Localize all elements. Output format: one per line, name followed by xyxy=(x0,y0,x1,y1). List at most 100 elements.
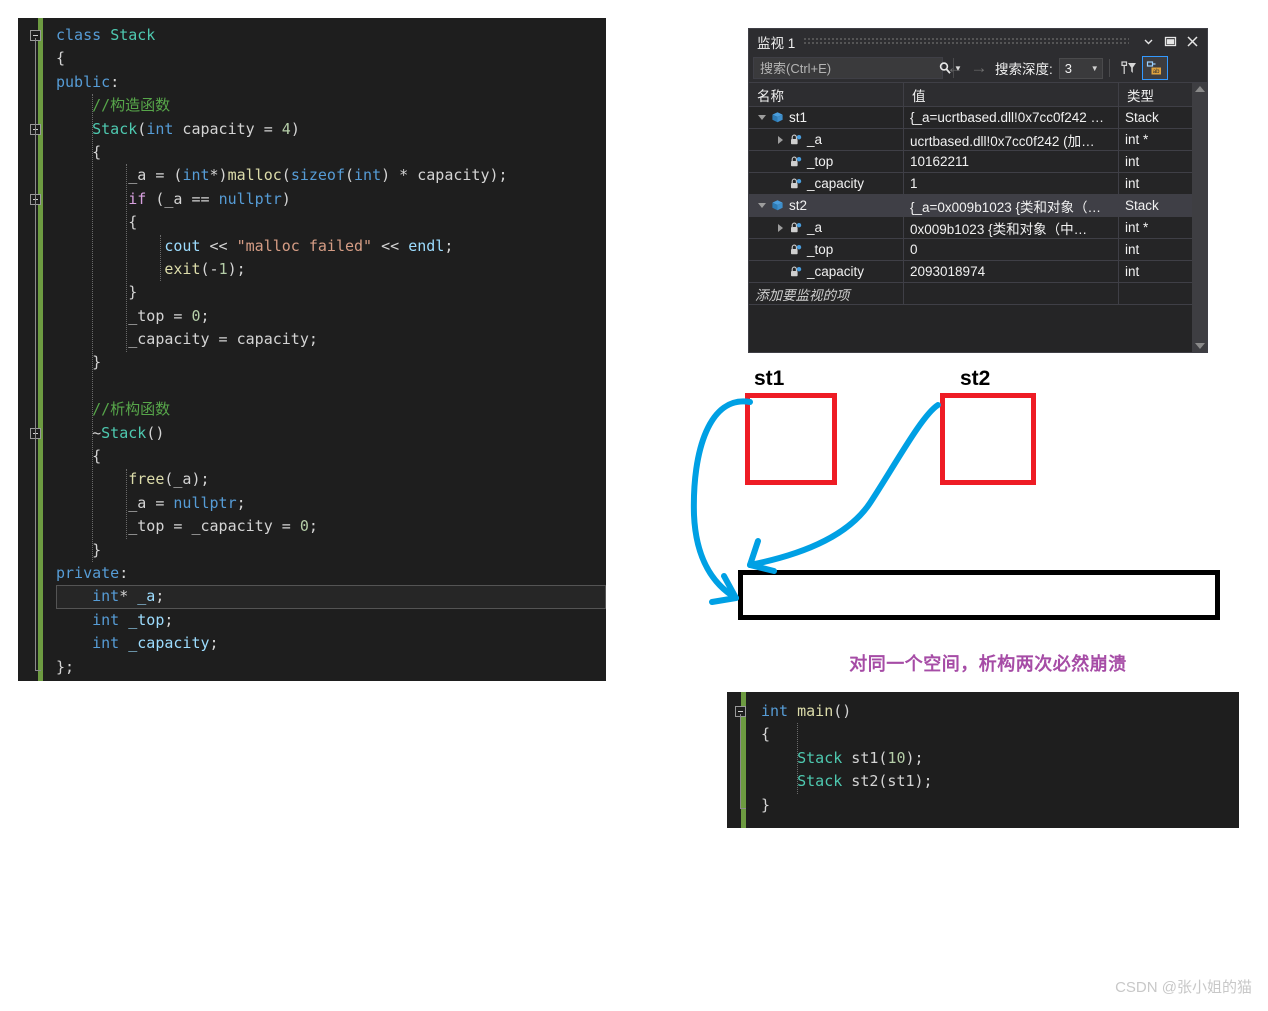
watch-cell-name: _a xyxy=(749,129,904,150)
watch-cell-name: _top xyxy=(749,239,904,260)
watch-cell-name: _a xyxy=(749,217,904,238)
code-line: { xyxy=(56,142,102,161)
watch-cell-name: _capacity xyxy=(749,173,904,194)
watch-variable-name: _capacity xyxy=(807,176,865,191)
code-line: int main() xyxy=(761,702,852,720)
watch-cell-type: int xyxy=(1125,154,1140,169)
search-depth-label: 搜索深度: xyxy=(995,62,1053,77)
code-line: class Stack xyxy=(56,26,156,44)
watch-row[interactable]: _capacity 2093018974 int xyxy=(749,261,1207,283)
code-line: exit(-1); xyxy=(164,259,246,278)
watch-variable-name: st2 xyxy=(789,198,808,213)
watch-cell-value[interactable]: 2093018974 xyxy=(904,261,1119,282)
indent-guide xyxy=(160,234,161,282)
add-watch-row[interactable]: 添加要监视的项 xyxy=(749,283,1207,305)
watch-cell-type: int * xyxy=(1125,132,1149,147)
chevron-down-icon[interactable]: ▼ xyxy=(1088,64,1102,73)
filter-pin-icon[interactable] xyxy=(1116,56,1142,80)
search-next-arrow-icon[interactable]: → xyxy=(967,57,991,79)
indent-guide xyxy=(126,164,127,352)
code-line: _a = (int*)malloc(sizeof(int) * capacity… xyxy=(56,166,508,185)
code-line: { xyxy=(56,213,138,232)
main-code-editor[interactable]: class Stack {public: //构造函数 Stack(int cap… xyxy=(18,18,606,681)
code-line: free(_a); xyxy=(128,470,210,489)
watch-variable-name: _top xyxy=(807,242,834,257)
maximize-icon[interactable] xyxy=(1159,32,1181,52)
column-header-value[interactable]: 值 xyxy=(904,83,1119,106)
watch-cell-value[interactable]: 1 xyxy=(904,173,1119,194)
watch-cell-value[interactable]: 10162211 xyxy=(904,151,1119,172)
brace-rail-end xyxy=(740,807,746,809)
expander-collapse-icon[interactable] xyxy=(755,203,769,208)
diagram-note: 对同一个空间，析构两次必然崩溃 xyxy=(849,654,1127,674)
code-line: { xyxy=(56,447,102,466)
expander-expand-icon[interactable] xyxy=(773,135,787,144)
watch-window[interactable]: 监视 1 ▼ ← → 搜索深度: 3 ▼ xyxy=(748,28,1208,353)
expander-expand-icon[interactable] xyxy=(773,223,787,232)
main-function-code-editor[interactable]: int main() { Stack st1(10); Stack st2(st1… xyxy=(727,692,1239,828)
code-line: public: xyxy=(56,72,120,91)
watch-variable-name: _a xyxy=(807,132,823,147)
code-line: } xyxy=(56,283,138,302)
code-lines: int main() { Stack st1(10); Stack st2(st1… xyxy=(735,700,1239,817)
watch-cell-value[interactable]: 0x009b1023 {类和对象（中… xyxy=(904,217,1119,238)
watch-row[interactable]: _a 0x009b1023 {类和对象（中… int * xyxy=(749,217,1207,239)
watch-vertical-scrollbar[interactable] xyxy=(1192,83,1207,352)
scroll-down-icon[interactable] xyxy=(1194,343,1205,349)
search-box[interactable]: ▼ xyxy=(753,57,962,79)
code-gutter xyxy=(18,18,56,681)
scroll-up-icon[interactable] xyxy=(1194,86,1205,92)
brace-rail-end xyxy=(35,669,41,671)
code-line: } xyxy=(56,540,102,559)
hex-display-toggle-icon[interactable]: ab xyxy=(1141,56,1168,80)
watch-row[interactable]: _capacity 1 int xyxy=(749,173,1207,195)
pointer-diagram: st1 st2 xyxy=(690,355,1250,655)
diagram-arrows xyxy=(690,398,941,605)
watch-row[interactable]: st2 {_a=0x009b1023 {类和对象（… Stack xyxy=(749,195,1207,217)
search-prev-arrow-icon[interactable]: ← xyxy=(943,57,967,79)
watch-cell-name: _top xyxy=(749,151,904,172)
watch-titlebar: 监视 1 xyxy=(749,29,1207,54)
code-lines: class Stack {public: //构造函数 Stack(int cap… xyxy=(30,24,606,679)
close-icon[interactable] xyxy=(1181,32,1203,52)
expander-collapse-icon[interactable] xyxy=(755,115,769,120)
watch-row[interactable]: _top 10162211 int xyxy=(749,151,1207,173)
code-line: Stack st1(10); xyxy=(797,748,924,767)
watch-cell-type: Stack xyxy=(1125,110,1159,125)
column-header-name[interactable]: 名称 xyxy=(749,83,904,106)
titlebar-drag-dots[interactable] xyxy=(803,37,1129,46)
watch-row[interactable]: _a ucrtbased.dll!0x7cc0f242 (加… int * xyxy=(749,129,1207,151)
private-field-icon xyxy=(787,155,804,168)
watch-cell-value[interactable]: 0 xyxy=(904,239,1119,260)
watch-row[interactable]: _top 0 int xyxy=(749,239,1207,261)
search-input[interactable] xyxy=(754,59,938,77)
code-line: ~Stack() xyxy=(56,423,165,442)
object-icon xyxy=(769,111,786,124)
search-depth-select[interactable]: 3 ▼ xyxy=(1058,57,1103,79)
private-field-icon xyxy=(787,133,804,146)
watch-row[interactable]: st1 {_a=ucrtbased.dll!0x7cc0f242 … Stack xyxy=(749,107,1207,129)
watermark: CSDN @张小姐的猫 xyxy=(1115,979,1252,996)
watch-toolbar[interactable]: ▼ ← → 搜索深度: 3 ▼ ab xyxy=(749,54,1207,82)
watch-cell-type: int xyxy=(1125,264,1140,279)
watch-cell-value[interactable]: {_a=ucrtbased.dll!0x7cc0f242 … xyxy=(904,107,1119,128)
watch-cell-type: Stack xyxy=(1125,198,1159,213)
watch-cell-value[interactable]: ucrtbased.dll!0x7cc0f242 (加… xyxy=(904,129,1119,150)
watch-cell-type: int * xyxy=(1125,220,1149,235)
watch-variable-name: _top xyxy=(807,154,834,169)
code-line: _capacity = capacity; xyxy=(56,330,318,349)
watch-variable-name: st1 xyxy=(789,110,808,125)
watch-grid[interactable]: 名称 值 类型 st1 {_a=ucrtbased.dll!0x7cc0f242 … xyxy=(749,82,1207,352)
chevron-down-icon[interactable] xyxy=(1137,32,1159,52)
watch-cell-value[interactable]: {_a=0x009b1023 {类和对象（… xyxy=(904,195,1119,216)
brace-rail xyxy=(740,714,741,808)
code-line: { xyxy=(761,725,771,744)
code-line: int* _a; xyxy=(56,585,606,609)
column-header-type[interactable]: 类型 xyxy=(1119,83,1191,106)
search-depth-value: 3 xyxy=(1064,60,1072,76)
add-watch-value-cell[interactable] xyxy=(904,283,1119,304)
code-line: _a = nullptr; xyxy=(56,493,246,512)
indent-guide xyxy=(797,723,798,794)
add-watch-placeholder[interactable]: 添加要监视的项 xyxy=(749,283,904,304)
brace-rail xyxy=(35,38,36,670)
